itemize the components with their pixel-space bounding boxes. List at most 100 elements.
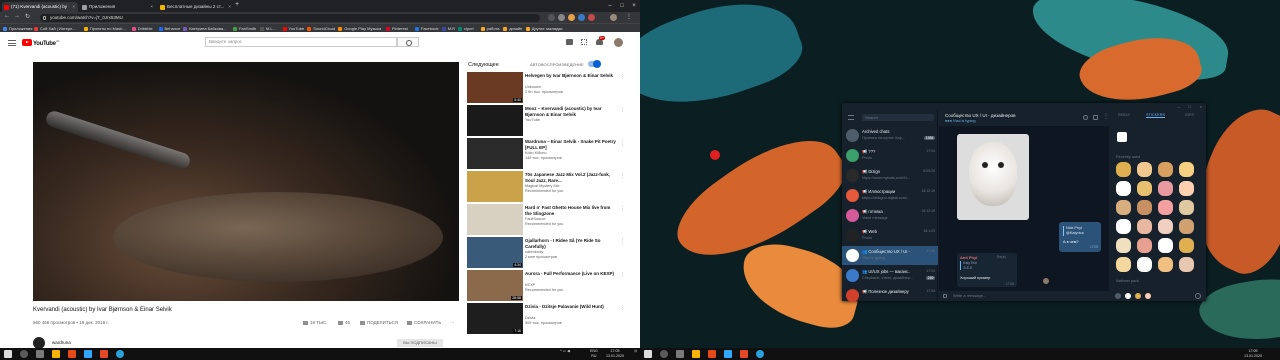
- task-view-icon[interactable]: [36, 350, 44, 358]
- save-button[interactable]: СОХРАНИТЬ: [407, 320, 441, 325]
- clock-right[interactable]: 17:05 13.01.2020: [1244, 349, 1262, 359]
- autoplay-toggle[interactable]: [588, 60, 601, 68]
- sticker[interactable]: [1179, 219, 1194, 234]
- browser-menu-icon[interactable]: ⋮: [626, 13, 632, 20]
- bookmark-item[interactable]: работа: [480, 25, 499, 32]
- tab-gifs[interactable]: GIFS: [1185, 113, 1194, 117]
- extension-icon[interactable]: [578, 14, 585, 21]
- more-options-icon[interactable]: ⋮: [620, 206, 625, 212]
- bookmark-item[interactable]: M.R: [441, 25, 455, 32]
- chat-item[interactable]: 📢 Полезное дизайнеру 17:04: [842, 286, 938, 305]
- forward-icon[interactable]: →: [14, 13, 20, 19]
- sticker[interactable]: [1158, 257, 1173, 272]
- recommendation-item[interactable]: 70s Japanese Jazz Mix Vol.2 (Jazz-funk, …: [467, 171, 627, 202]
- sticker-pack-icon[interactable]: [1117, 132, 1127, 142]
- video-thumbnail[interactable]: 4:34: [467, 237, 523, 268]
- settings-gear-icon[interactable]: [1195, 293, 1201, 299]
- windows-start-icon[interactable]: [4, 350, 12, 358]
- chat-item[interactable]: 👥 Сообщество UX / UI -... Vlad is typing 1…: [842, 246, 938, 265]
- more-options-icon[interactable]: ⋮: [620, 239, 625, 245]
- sticker[interactable]: [1137, 238, 1152, 253]
- sticker[interactable]: [1116, 257, 1131, 272]
- bookmark-item[interactable]: Проекты по Mash...: [83, 25, 126, 32]
- photoshop-icon[interactable]: [84, 350, 92, 358]
- youtube-brand[interactable]: YouTubeUA: [33, 39, 60, 47]
- telegram-icon[interactable]: [756, 350, 764, 358]
- close-tab-icon[interactable]: ×: [72, 2, 75, 12]
- close-tab-icon[interactable]: ×: [150, 2, 153, 12]
- chat-search-input[interactable]: Search: [862, 114, 934, 121]
- sticker[interactable]: [1179, 238, 1194, 253]
- video-player[interactable]: [33, 62, 459, 301]
- sticker[interactable]: [1116, 162, 1131, 177]
- more-options-icon[interactable]: ⋮: [620, 74, 625, 80]
- tab-emoji[interactable]: EMOJI: [1118, 113, 1130, 117]
- sticker[interactable]: [1116, 181, 1131, 196]
- chat-item[interactable]: 📢 ??? Photo 17:04: [842, 146, 938, 165]
- sticker[interactable]: [1158, 181, 1173, 196]
- bookmark-item[interactable]: clpcrt: [458, 25, 474, 32]
- search-icon[interactable]: [1083, 115, 1088, 120]
- video-thumbnail[interactable]: [467, 171, 523, 202]
- search-icon[interactable]: [20, 350, 28, 358]
- user-avatar[interactable]: [614, 38, 623, 47]
- file-explorer-icon[interactable]: [692, 350, 700, 358]
- chat-item[interactable]: 📢 Web Photo 16:1:20: [842, 226, 938, 245]
- video-thumbnail[interactable]: 28:58: [467, 270, 523, 301]
- subscribed-button[interactable]: ВЫ ПОДПИСАНЫ: [397, 339, 443, 347]
- url-input[interactable]: youtube.com/watch?v=jT_0Jrx53MU: [40, 13, 540, 22]
- windows-start-icon[interactable]: [644, 350, 652, 358]
- tab-stickers[interactable]: STICKERS: [1146, 113, 1165, 118]
- chat-item[interactable]: 👥 UI/UX jobs — ваканс... Сберbank: Intern…: [842, 266, 938, 285]
- more-options-icon[interactable]: ⋮: [620, 107, 625, 113]
- tray-icons[interactable]: ^ ▭ ◀: [560, 349, 570, 354]
- sticker-pack-icon[interactable]: [1135, 293, 1141, 299]
- sticker[interactable]: [1179, 257, 1194, 272]
- extension-icon[interactable]: [568, 14, 575, 21]
- bookmark-item[interactable]: Другие закладки: [525, 25, 562, 32]
- bookmark-item[interactable]: Катерина Бабкова...: [183, 25, 226, 32]
- more-options-icon[interactable]: ⋮: [620, 305, 625, 311]
- video-thumbnail[interactable]: [467, 204, 523, 235]
- sticker[interactable]: [1158, 238, 1173, 253]
- outgoing-message[interactable]: Nick Phyl @Katyrica А в чем? 17:05: [1059, 222, 1101, 252]
- like-button[interactable]: 18 ТЫС.: [303, 320, 328, 325]
- extension-icon[interactable]: [558, 14, 565, 21]
- maximize-icon[interactable]: □: [616, 0, 628, 12]
- sticker[interactable]: [1137, 257, 1152, 272]
- task-view-icon[interactable]: [676, 350, 684, 358]
- user-avatar[interactable]: [1043, 278, 1049, 284]
- more-options-icon[interactable]: ⋮: [620, 272, 625, 278]
- recommendation-item[interactable]: Wardruna – Einar Selvik - Snake Pit Poet…: [467, 138, 627, 169]
- sticker[interactable]: [1116, 238, 1131, 253]
- search-input[interactable]: Введите запрос: [205, 37, 397, 47]
- apps-grid-icon[interactable]: [581, 39, 587, 45]
- bookmark-item[interactable]: Facebook: [414, 25, 438, 32]
- video-thumbnail[interactable]: [467, 138, 523, 169]
- chat-item[interactable]: 📢 Dizign https://www.mybots.com/N... 6:05:…: [842, 166, 938, 185]
- reply-button[interactable]: Reply: [997, 255, 1006, 259]
- bookmark-item[interactable]: YouTube: [282, 25, 304, 32]
- recommendation-item[interactable]: 7:16 Dzivia - Dzitsje Palavanie (Wild Hun…: [467, 303, 627, 334]
- telegram-icon[interactable]: [116, 350, 124, 358]
- sticker[interactable]: [1158, 219, 1173, 234]
- video-thumbnail[interactable]: 7:16: [467, 303, 523, 334]
- more-options-icon[interactable]: ⋮: [620, 140, 625, 146]
- minimize-icon[interactable]: –: [1178, 104, 1180, 109]
- create-video-icon[interactable]: [566, 39, 573, 45]
- shared-photo[interactable]: [957, 134, 1029, 220]
- extension-icon[interactable]: [548, 14, 555, 21]
- illustrator-icon[interactable]: [708, 350, 716, 358]
- recommendation-item[interactable]: Hard n' Fast Ghetto House Mix live from …: [467, 204, 627, 235]
- recommendation-item[interactable]: Mooz – Kvervandi (acoustic) by Ivar Bjør…: [467, 105, 627, 136]
- extension-icon[interactable]: [588, 14, 595, 21]
- minimize-icon[interactable]: –: [604, 0, 616, 12]
- sticker[interactable]: [1137, 162, 1152, 177]
- language-indicator[interactable]: ENG RU: [590, 349, 598, 359]
- tab-designs[interactable]: Бесплатные дизайны 2 ст... ×: [158, 2, 234, 12]
- sticker[interactable]: [1179, 200, 1194, 215]
- sticker[interactable]: [1116, 219, 1131, 234]
- more-options-icon[interactable]: ⋮: [620, 173, 625, 179]
- close-window-icon[interactable]: ×: [1200, 104, 1202, 109]
- sticker[interactable]: [1158, 162, 1173, 177]
